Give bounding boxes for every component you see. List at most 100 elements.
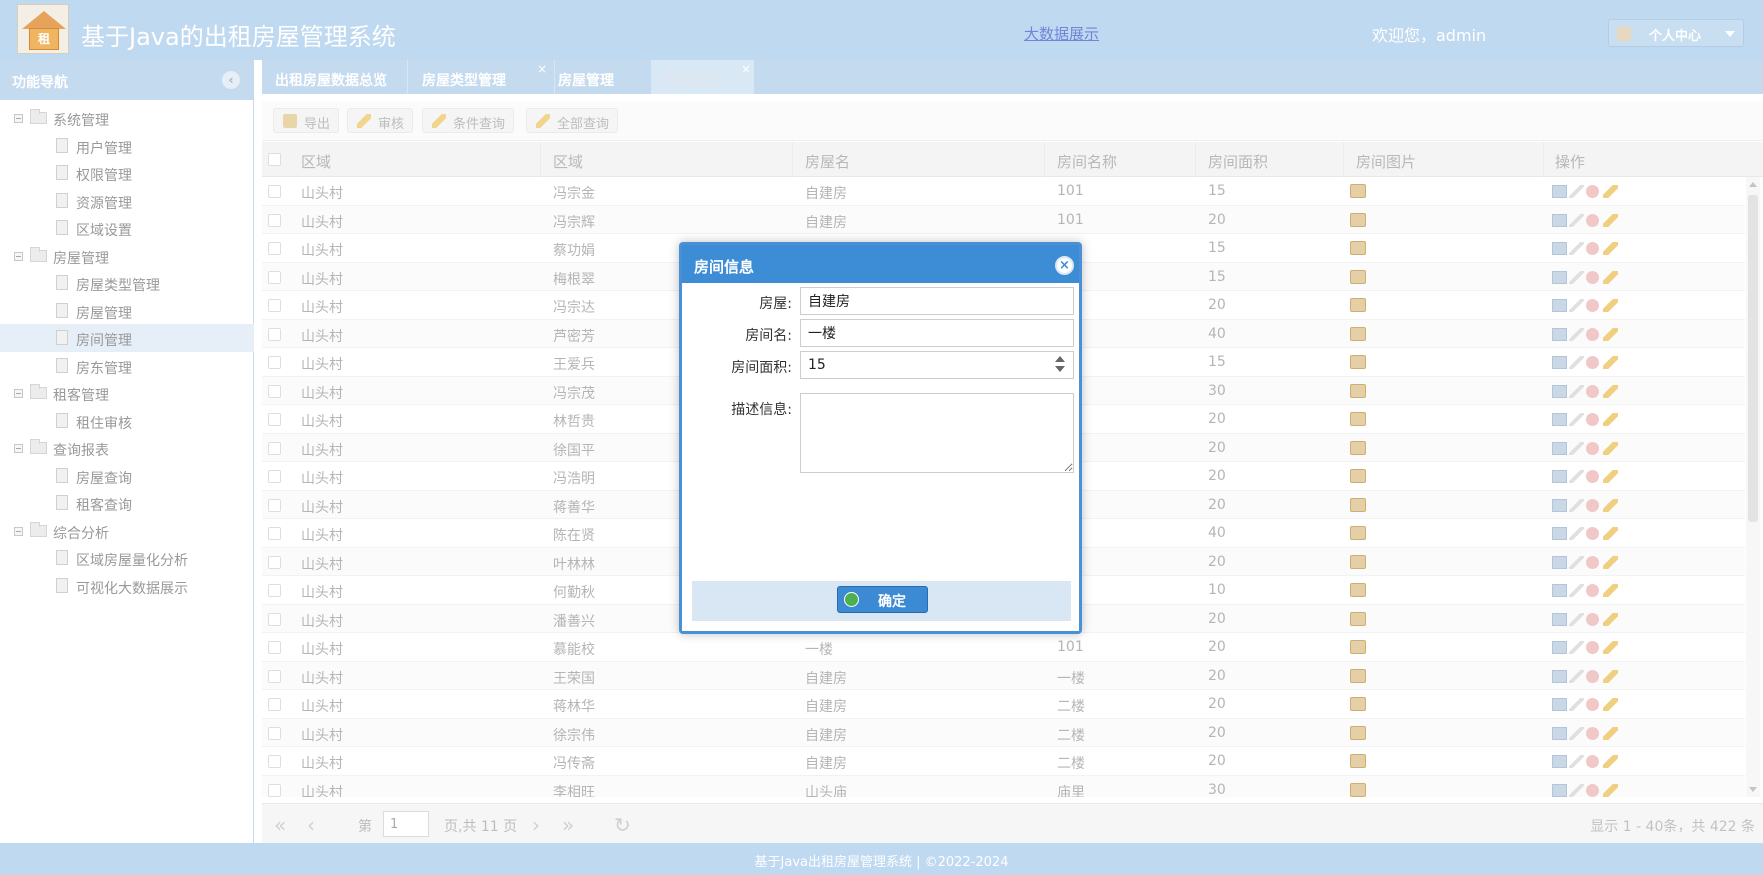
- pencil-icon[interactable]: [1603, 441, 1618, 455]
- scroll-thumb[interactable]: [1748, 195, 1758, 522]
- delete-icon[interactable]: [1586, 669, 1599, 683]
- nav-group[interactable]: 租客管理: [0, 379, 254, 407]
- column-header[interactable]: 区域: [553, 151, 583, 172]
- image-icon[interactable]: [1350, 782, 1366, 797]
- column-header[interactable]: 房间图片: [1356, 151, 1416, 172]
- image-icon[interactable]: [1350, 412, 1366, 426]
- house-field[interactable]: [800, 287, 1074, 315]
- row-checkbox[interactable]: [268, 527, 281, 540]
- ok-button[interactable]: 确定: [837, 586, 928, 613]
- detail-icon[interactable]: [1552, 669, 1567, 683]
- collapse-left-icon[interactable]: ‹: [222, 71, 240, 89]
- image-icon[interactable]: [1350, 725, 1366, 740]
- table-row[interactable]: 山头村 王荣国 自建房 一楼 20: [262, 661, 1745, 690]
- edit-icon[interactable]: [1569, 726, 1584, 740]
- room-area-field[interactable]: [800, 351, 1074, 379]
- nav-group[interactable]: 系统管理: [0, 104, 254, 132]
- image-icon[interactable]: [1350, 583, 1366, 597]
- edit-icon[interactable]: [1569, 612, 1584, 626]
- row-checkbox[interactable]: [268, 327, 281, 341]
- detail-icon[interactable]: [1552, 299, 1567, 312]
- detail-icon[interactable]: [1552, 270, 1567, 284]
- image-icon[interactable]: [1350, 326, 1366, 341]
- image-icon[interactable]: [1350, 269, 1366, 284]
- detail-icon[interactable]: [1552, 441, 1567, 455]
- edit-icon[interactable]: [1569, 669, 1584, 683]
- first-page-icon[interactable]: «: [274, 813, 286, 837]
- pencil-icon[interactable]: [1603, 470, 1618, 483]
- image-icon[interactable]: [1350, 355, 1366, 369]
- row-checkbox[interactable]: [268, 612, 281, 626]
- table-row[interactable]: 山头村 徐宗伟 自建房 二楼 20: [262, 718, 1745, 747]
- grid-scrollbar[interactable]: [1746, 177, 1760, 797]
- scroll-down-icon[interactable]: [1749, 787, 1757, 792]
- row-checkbox[interactable]: [268, 356, 281, 369]
- nav-group[interactable]: 查询报表: [0, 434, 254, 462]
- edit-icon[interactable]: [1569, 384, 1584, 398]
- spin-up-icon[interactable]: [1055, 356, 1065, 362]
- nav-group[interactable]: 综合分析: [0, 517, 254, 545]
- pencil-icon[interactable]: [1603, 783, 1618, 797]
- query-button[interactable]: 条件查询: [422, 108, 515, 133]
- export-button[interactable]: 导出: [273, 108, 340, 133]
- delete-icon[interactable]: [1586, 527, 1599, 540]
- delete-icon[interactable]: [1586, 641, 1599, 654]
- image-icon[interactable]: [1350, 298, 1366, 312]
- pencil-icon[interactable]: [1603, 669, 1618, 683]
- nav-item[interactable]: 房东管理: [0, 352, 254, 380]
- nav-item[interactable]: 租住审核: [0, 407, 254, 435]
- collapse-toggle-icon[interactable]: [14, 444, 23, 453]
- delete-icon[interactable]: [1586, 384, 1599, 398]
- delete-icon[interactable]: [1586, 356, 1599, 369]
- row-checkbox[interactable]: [268, 242, 281, 255]
- pencil-icon[interactable]: [1603, 299, 1618, 312]
- nav-item[interactable]: 房屋类型管理: [0, 269, 254, 297]
- detail-icon[interactable]: [1552, 384, 1567, 398]
- row-checkbox[interactable]: [268, 555, 281, 569]
- tab-overview[interactable]: 出租房屋数据总览: [275, 60, 405, 94]
- edit-icon[interactable]: [1569, 527, 1584, 540]
- nav-item[interactable]: 区域房屋量化分析: [0, 544, 254, 572]
- edit-icon[interactable]: [1569, 356, 1584, 369]
- image-icon[interactable]: [1350, 554, 1366, 569]
- row-checkbox[interactable]: [268, 384, 281, 398]
- image-icon[interactable]: [1350, 383, 1366, 398]
- nav-group[interactable]: 房屋管理: [0, 242, 254, 270]
- detail-icon[interactable]: [1552, 726, 1567, 740]
- row-checkbox[interactable]: [268, 783, 281, 797]
- image-icon[interactable]: [1350, 697, 1366, 711]
- detail-icon[interactable]: [1552, 755, 1567, 768]
- nav-item[interactable]: 用户管理: [0, 132, 254, 160]
- column-header[interactable]: 房屋名: [805, 151, 850, 172]
- column-header[interactable]: 房间面积: [1208, 151, 1268, 172]
- row-checkbox[interactable]: [268, 185, 281, 198]
- bigdata-link[interactable]: 大数据展示: [1024, 23, 1099, 44]
- collapse-toggle-icon[interactable]: [14, 389, 23, 398]
- detail-icon[interactable]: [1552, 356, 1567, 369]
- pencil-icon[interactable]: [1603, 555, 1618, 569]
- pencil-icon[interactable]: [1603, 584, 1618, 597]
- edit-icon[interactable]: [1569, 270, 1584, 284]
- pencil-icon[interactable]: [1603, 612, 1618, 626]
- user-menu-button[interactable]: 个人中心: [1608, 19, 1744, 47]
- row-checkbox[interactable]: [268, 698, 281, 711]
- close-icon[interactable]: ×: [1055, 256, 1074, 275]
- delete-icon[interactable]: [1586, 470, 1599, 483]
- page-input[interactable]: [383, 811, 429, 837]
- row-checkbox[interactable]: [268, 413, 281, 426]
- pencil-icon[interactable]: [1603, 270, 1618, 284]
- delete-icon[interactable]: [1586, 185, 1599, 198]
- nav-item[interactable]: 房屋查询: [0, 462, 254, 490]
- table-row[interactable]: 山头村 李相旺 山头庙 庙里 30: [262, 775, 1745, 797]
- collapse-toggle-icon[interactable]: [14, 114, 23, 123]
- image-icon[interactable]: [1350, 440, 1366, 455]
- edit-icon[interactable]: [1569, 555, 1584, 569]
- table-row[interactable]: 山头村 冯传斋 自建房 二楼 20: [262, 747, 1745, 776]
- delete-icon[interactable]: [1586, 413, 1599, 426]
- detail-icon[interactable]: [1552, 470, 1567, 483]
- delete-icon[interactable]: [1586, 498, 1599, 512]
- edit-icon[interactable]: [1569, 584, 1584, 597]
- detail-icon[interactable]: [1552, 783, 1567, 797]
- pencil-icon[interactable]: [1603, 413, 1618, 426]
- select-all-checkbox[interactable]: [268, 153, 281, 166]
